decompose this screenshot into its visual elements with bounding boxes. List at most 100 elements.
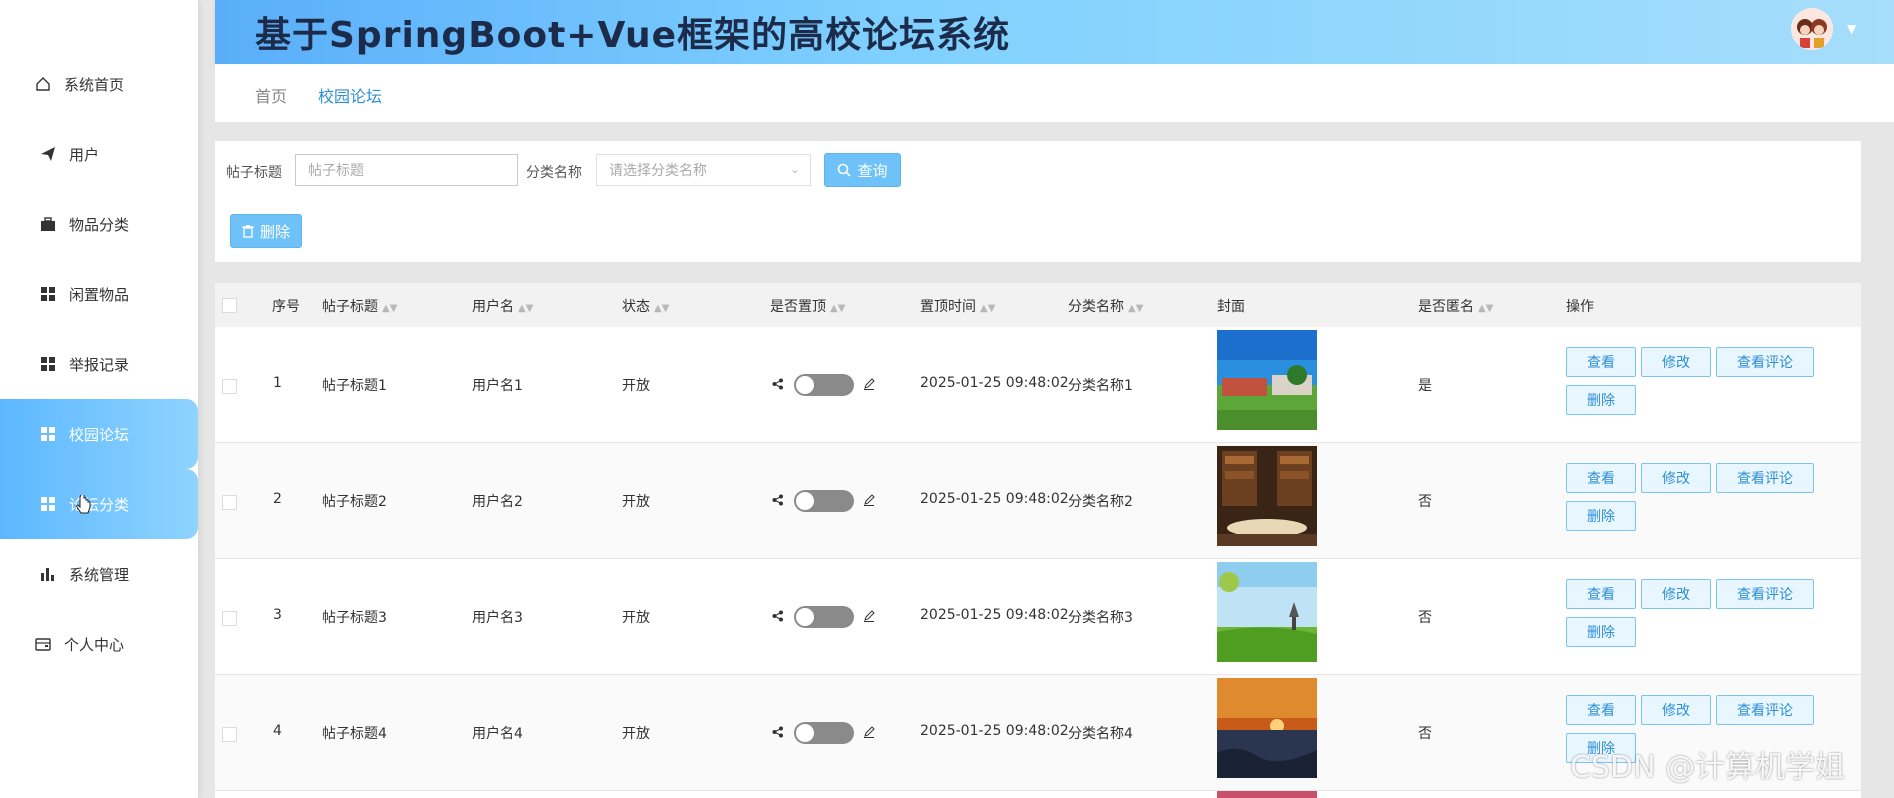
sidebar-item-label: 举报记录 (69, 355, 130, 374)
sidebar-item-item-category[interactable]: 物品分类 (0, 189, 198, 259)
pointer-cursor-icon (74, 492, 92, 521)
pin-toggle[interactable] (794, 722, 854, 744)
edit-button[interactable]: 修改 (1641, 695, 1711, 725)
cover-image (1217, 562, 1317, 662)
edit-pencil-icon[interactable] (863, 610, 875, 626)
sort-icon: ▲▼ (518, 303, 534, 314)
share-icon[interactable] (772, 494, 784, 510)
sidebar-item-personal-center[interactable]: 个人中心 (0, 609, 198, 679)
category-select[interactable]: 请选择分类名称 ⌄ (596, 154, 811, 186)
cell-user: 用户名2 (472, 494, 523, 510)
search-panel: 帖子标题 帖子标题 分类名称 请选择分类名称 ⌄ 查询 删除 (215, 141, 1861, 262)
column-header-title[interactable]: 帖子标题 ▲▼ (322, 296, 397, 316)
sort-icon: ▲▼ (980, 303, 996, 314)
sidebar-item-home[interactable]: 系统首页 (0, 49, 198, 119)
view-button[interactable]: 查看 (1566, 579, 1636, 609)
user-avatar[interactable] (1791, 8, 1833, 50)
table-row: 1 帖子标题1 用户名1 开放 2025-01-25 09:48:02 分类名称… (215, 327, 1861, 443)
view-button[interactable]: 查看 (1566, 347, 1636, 377)
row-checkbox[interactable] (222, 379, 237, 394)
share-icon[interactable] (772, 726, 784, 742)
cell-top-time: 2025-01-25 09:48:02 (920, 607, 1069, 623)
cell-user: 用户名4 (472, 726, 523, 742)
column-header-index: 序号 (272, 299, 300, 315)
pin-toggle[interactable] (794, 606, 854, 628)
edit-button[interactable]: 修改 (1641, 463, 1711, 493)
sort-icon: ▲▼ (1128, 303, 1144, 314)
column-header-is-top[interactable]: 是否置顶 ▲▼ (770, 296, 845, 316)
cell-status: 开放 (622, 610, 650, 626)
cell-top-time: 2025-01-25 09:48:02 (920, 491, 1069, 507)
cover-image (1217, 678, 1317, 778)
cell-user: 用户名1 (472, 378, 523, 394)
grid-icon (37, 283, 59, 305)
chevron-down-icon: ⌄ (789, 162, 800, 176)
row-checkbox[interactable] (222, 727, 237, 742)
delete-button[interactable]: 删除 (1566, 617, 1636, 647)
view-comments-button[interactable]: 查看评论 (1716, 695, 1814, 725)
view-button[interactable]: 查看 (1566, 695, 1636, 725)
cell-anonymous: 否 (1418, 494, 1432, 510)
row-checkbox[interactable] (222, 611, 237, 626)
sidebar-item-idle-items[interactable]: 闲置物品 (0, 259, 198, 329)
briefcase-icon (37, 213, 59, 235)
sidebar-item-campus-forum[interactable]: 校园论坛 (0, 399, 198, 469)
sidebar-item-forum-category[interactable]: 论坛分类 (0, 469, 198, 539)
cell-index: 2 (273, 491, 282, 507)
view-comments-button[interactable]: 查看评论 (1716, 579, 1814, 609)
cell-top-time: 2025-01-25 09:48:02 (920, 375, 1069, 391)
trash-icon (241, 224, 254, 238)
post-table: 序号 帖子标题 ▲▼ 用户名 ▲▼ 状态 ▲▼ 是否置顶 ▲▼ 置顶时间 ▲▼ 分类名称 ▲… (215, 283, 1861, 798)
sidebar-item-reports[interactable]: 举报记录 (0, 329, 198, 399)
title-search-input[interactable]: 帖子标题 (295, 154, 518, 186)
delete-button[interactable]: 删除 (1566, 501, 1636, 531)
sidebar-item-label: 系统管理 (69, 565, 130, 584)
sidebar: 系统首页 用户 物品分类 闲置物品 举报记录 校园论坛 论坛分类 系统管理 个人… (0, 0, 198, 798)
breadcrumb-home[interactable]: 首页 (255, 83, 287, 107)
edit-pencil-icon[interactable] (863, 726, 875, 742)
home-icon (32, 73, 54, 95)
cell-index: 3 (273, 607, 282, 623)
column-header-user[interactable]: 用户名 ▲▼ (472, 296, 533, 316)
sidebar-item-system-management[interactable]: 系统管理 (0, 539, 198, 609)
table-row: 2 帖子标题2 用户名2 开放 2025-01-25 09:48:02 分类名称… (215, 443, 1861, 559)
view-comments-button[interactable]: 查看评论 (1716, 347, 1814, 377)
cell-title: 帖子标题4 (322, 726, 387, 742)
edit-pencil-icon[interactable] (863, 494, 875, 510)
cell-category: 分类名称4 (1068, 726, 1133, 742)
share-icon[interactable] (772, 610, 784, 626)
column-header-status[interactable]: 状态 ▲▼ (622, 296, 669, 316)
column-header-cover: 封面 (1217, 299, 1245, 315)
sidebar-item-users[interactable]: 用户 (0, 119, 198, 189)
edit-pencil-icon[interactable] (863, 378, 875, 394)
grid-icon (37, 423, 59, 445)
chevron-down-icon[interactable]: ▼ (1847, 22, 1856, 36)
delete-button[interactable]: 删除 (1566, 385, 1636, 415)
view-button[interactable]: 查看 (1566, 463, 1636, 493)
query-button[interactable]: 查询 (824, 153, 901, 187)
column-header-top-time[interactable]: 置顶时间 ▲▼ (920, 296, 995, 316)
sidebar-item-label: 物品分类 (69, 215, 130, 234)
cell-status: 开放 (622, 494, 650, 510)
category-filter-label: 分类名称 (526, 165, 582, 181)
pin-toggle[interactable] (794, 374, 854, 396)
sidebar-item-label: 校园论坛 (69, 425, 130, 444)
cover-image (1217, 446, 1317, 546)
cell-anonymous: 是 (1418, 378, 1432, 394)
cell-user: 用户名3 (472, 610, 523, 626)
select-all-checkbox[interactable] (222, 298, 237, 313)
cell-title: 帖子标题3 (322, 610, 387, 626)
sort-icon: ▲▼ (1478, 303, 1494, 314)
cell-index: 1 (273, 375, 282, 391)
edit-button[interactable]: 修改 (1641, 579, 1711, 609)
column-header-anonymous[interactable]: 是否匿名 ▲▼ (1418, 296, 1493, 316)
batch-delete-button[interactable]: 删除 (230, 214, 302, 248)
view-comments-button[interactable]: 查看评论 (1716, 463, 1814, 493)
edit-button[interactable]: 修改 (1641, 347, 1711, 377)
cell-category: 分类名称2 (1068, 494, 1133, 510)
row-checkbox[interactable] (222, 495, 237, 510)
pin-toggle[interactable] (794, 490, 854, 512)
sort-icon: ▲▼ (382, 303, 398, 314)
column-header-category[interactable]: 分类名称 ▲▼ (1068, 296, 1143, 316)
share-icon[interactable] (772, 378, 784, 394)
